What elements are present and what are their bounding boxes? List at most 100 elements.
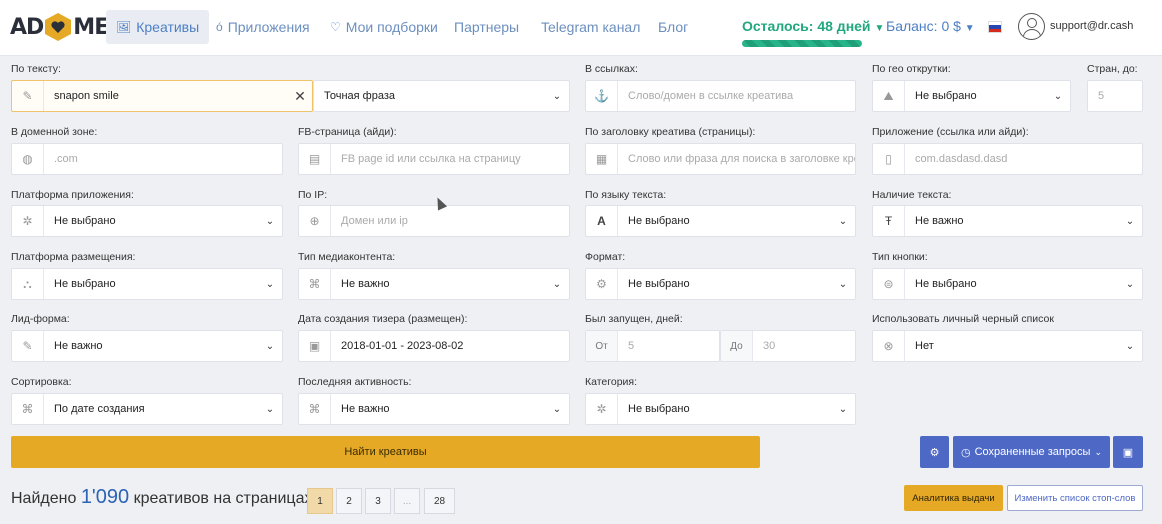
- nav-apps[interactable]: ó Приложения: [216, 10, 310, 44]
- app-platform-value: Не выбрано: [54, 215, 116, 227]
- floppy-disk-icon: ▣: [1122, 446, 1134, 459]
- nav-creatives-label: Креативы: [136, 19, 200, 35]
- blacklist-select[interactable]: ⊗ Нет ⌄: [872, 330, 1143, 362]
- chevron-down-icon: ▼: [874, 23, 885, 34]
- balance-dropdown[interactable]: Баланс: 0 $ ▼: [886, 18, 975, 34]
- last-activity-select[interactable]: ⌘ Не важно ⌄: [298, 393, 570, 425]
- nav-creatives[interactable]: 🖼 Креативы: [106, 10, 210, 44]
- days-from-input[interactable]: От 5: [585, 330, 720, 362]
- app-platform-select[interactable]: ✲ Не выбрано ⌄: [11, 205, 283, 237]
- title-input[interactable]: ▦ Слово или фраза для поиска в заголовке…: [585, 143, 856, 175]
- button-icon: ⊜: [873, 269, 905, 299]
- nav-blog-label: Блог: [658, 19, 689, 35]
- links-placeholder: Слово/домен в ссылке креатива: [628, 90, 794, 102]
- format-label: Формат:: [585, 251, 626, 263]
- geo-select[interactable]: ⛰ Не выбрано ⌄: [872, 80, 1071, 112]
- app-placeholder: com.dasdasd.dasd: [915, 153, 1008, 165]
- nav-telegram-label: Telegram канал: [541, 19, 641, 35]
- blacklist-label: Использовать личный черный список: [872, 313, 1054, 325]
- logo[interactable]: AD ME: [10, 10, 109, 44]
- chevron-down-icon: ⌄: [1094, 446, 1102, 457]
- app-platform-label: Платформа приложения:: [11, 189, 134, 201]
- app-input[interactable]: ▯ com.dasdasd.dasd: [872, 143, 1143, 175]
- clear-icon[interactable]: ✕: [288, 88, 312, 105]
- nav-telegram[interactable]: Telegram канал: [541, 10, 640, 44]
- image-icon: 🖼: [116, 20, 132, 34]
- paperclip-icon: ⌘: [299, 269, 331, 299]
- text-search-input[interactable]: ✎ snapon smile ✕: [11, 80, 313, 112]
- paperclip-icon: ⌘: [12, 394, 44, 424]
- placement-select[interactable]: ⛬ Не выбрано ⌄: [11, 268, 283, 300]
- results-suffix: креативов на страницах:: [133, 490, 317, 507]
- block-icon: ⊗: [873, 331, 905, 361]
- russian-flag-icon[interactable]: [988, 21, 1002, 33]
- has-text-select[interactable]: Ŧ Не важно ⌄: [872, 205, 1143, 237]
- chevron-down-icon: ⌄: [265, 215, 275, 227]
- has-text-label: Наличие текста:: [872, 189, 952, 201]
- created-label: Дата создания тизера (размещен):: [298, 313, 468, 325]
- fb-page-input[interactable]: ▤ FB page id или ссылка на страницу: [298, 143, 570, 175]
- nav-blog[interactable]: Блог: [658, 10, 688, 44]
- chevron-down-icon: ⌄: [1125, 278, 1135, 290]
- button-type-select[interactable]: ⊜ Не выбрано ⌄: [872, 268, 1143, 300]
- media-type-label: Тип медиаконтента:: [298, 251, 396, 263]
- subscription-remaining[interactable]: Осталось: 48 дней ▼: [742, 18, 884, 34]
- chevron-down-icon: ⌄: [838, 403, 848, 415]
- match-mode-select[interactable]: Точная фраза ⌄: [313, 80, 570, 112]
- days-from-label: От: [586, 331, 618, 361]
- edit-stoplist-button[interactable]: Изменить список стоп-слов: [1007, 485, 1143, 511]
- heart-icon: ♡: [330, 20, 341, 34]
- domain-zone-input[interactable]: ◍ .com: [11, 143, 283, 175]
- countries-to-input[interactable]: 5: [1087, 80, 1143, 112]
- user-email[interactable]: support@dr.cash: [1050, 20, 1133, 32]
- page-28[interactable]: 28: [424, 488, 455, 514]
- page-2[interactable]: 2: [336, 488, 362, 514]
- links-input[interactable]: ⚓ Слово/домен в ссылке креатива: [585, 80, 856, 112]
- page-3[interactable]: 3: [365, 488, 391, 514]
- button-type-value: Не выбрано: [915, 278, 977, 290]
- user-avatar-icon[interactable]: [1018, 13, 1045, 40]
- chevron-down-icon: ⌄: [265, 340, 275, 352]
- settings-button[interactable]: ⚙: [920, 436, 949, 468]
- date-range-value: 2018-01-01 - 2023-08-02: [341, 340, 464, 352]
- page-1[interactable]: 1: [307, 488, 333, 514]
- sorting-select[interactable]: ⌘ По дате создания ⌄: [11, 393, 283, 425]
- fb-page-label: FB-страница (айди):: [298, 126, 397, 138]
- language-select[interactable]: A Не выбрано ⌄: [585, 205, 856, 237]
- paperclip-icon: ⌘: [299, 394, 331, 424]
- text-off-icon: Ŧ: [873, 206, 905, 236]
- days-from-placeholder: 5: [628, 340, 635, 352]
- countries-to-label: Стран, до:: [1087, 63, 1138, 75]
- find-creatives-button[interactable]: Найти креативы: [11, 436, 760, 468]
- sorting-value: По дате создания: [54, 403, 145, 415]
- domain-zone-label: В доменной зоне:: [11, 126, 98, 138]
- analytics-button[interactable]: Аналитика выдачи: [904, 485, 1003, 511]
- saved-queries-button[interactable]: ◷ Сохраненные запросы ⌄: [953, 436, 1110, 468]
- date-range-input[interactable]: ▣ 2018-01-01 - 2023-08-02: [298, 330, 570, 362]
- category-value: Не выбрано: [628, 403, 690, 415]
- geo-label: По гео открутки:: [872, 63, 951, 75]
- domain-zone-placeholder: .com: [54, 153, 78, 165]
- title-placeholder: Слово или фраза для поиска в заголовке к…: [628, 153, 855, 165]
- nav-partners[interactable]: Партнеры: [454, 10, 519, 44]
- pencil-icon: ✎: [12, 81, 44, 111]
- lead-form-value: Не важно: [54, 340, 103, 352]
- calendar-icon: ▣: [299, 331, 331, 361]
- gear-icon: ⚙: [929, 446, 940, 459]
- days-to-input[interactable]: До 30: [720, 330, 856, 362]
- placement-value: Не выбрано: [54, 278, 116, 290]
- nav-collections[interactable]: ♡ Мои подборки: [330, 10, 438, 44]
- ip-input[interactable]: ⊕ Домен или ip: [298, 205, 570, 237]
- media-type-select[interactable]: ⌘ Не важно ⌄: [298, 268, 570, 300]
- lead-form-select[interactable]: ✎ Не важно ⌄: [11, 330, 283, 362]
- mobile-icon: ▯: [873, 144, 905, 174]
- save-query-button[interactable]: ▣: [1113, 436, 1143, 468]
- match-mode-value: Точная фраза: [324, 90, 395, 102]
- format-value: Не выбрано: [628, 278, 690, 290]
- category-select[interactable]: ✲ Не выбрано ⌄: [585, 393, 856, 425]
- bag-icon: ⛬: [12, 269, 44, 299]
- apple-icon: ó: [216, 20, 223, 34]
- file-icon: ▦: [586, 144, 618, 174]
- format-select[interactable]: ⚙ Не выбрано ⌄: [585, 268, 856, 300]
- font-icon: A: [586, 206, 618, 236]
